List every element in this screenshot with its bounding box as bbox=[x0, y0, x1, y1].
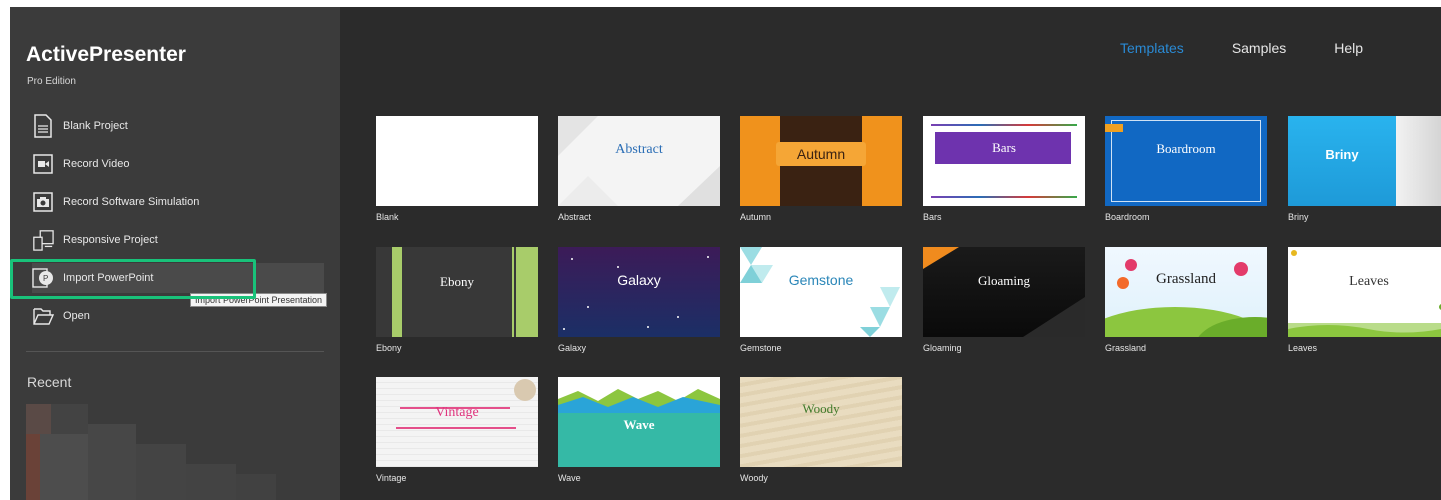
template-card-boardroom[interactable]: Boardroom Boardroom bbox=[1105, 116, 1267, 222]
app-edition: Pro Edition bbox=[27, 76, 76, 87]
record-video-label: Record Video bbox=[63, 158, 130, 170]
responsive-devices-icon bbox=[32, 228, 54, 252]
template-thumb-abstract: Abstract bbox=[558, 116, 720, 206]
recent-list bbox=[26, 404, 276, 500]
template-label: Woody bbox=[740, 473, 768, 483]
open-button[interactable]: Open bbox=[32, 301, 324, 331]
template-label: Galaxy bbox=[558, 343, 587, 353]
template-thumb-title: Wave bbox=[623, 417, 655, 432]
open-label: Open bbox=[63, 310, 90, 322]
template-thumb-wave: Wave bbox=[558, 377, 720, 467]
sidebar: ActivePresenter Pro Edition Blank Projec… bbox=[10, 7, 340, 500]
record-video-button[interactable]: Record Video bbox=[32, 149, 324, 179]
app-window: ActivePresenter Pro Edition Blank Projec… bbox=[10, 7, 1441, 500]
template-card-wave[interactable]: Wave Wave bbox=[558, 377, 720, 483]
template-card-leaves[interactable]: Leaves Leaves bbox=[1288, 247, 1441, 353]
template-thumb-briny: Briny bbox=[1288, 116, 1441, 206]
template-thumb-gemstone: Gemstone bbox=[740, 247, 902, 337]
template-thumb-title: Gemstone bbox=[788, 272, 854, 288]
template-label: Abstract bbox=[558, 212, 592, 222]
tab-templates[interactable]: Templates bbox=[1120, 40, 1184, 56]
folder-open-icon bbox=[32, 304, 54, 328]
template-thumb-woody: Woody bbox=[740, 377, 902, 467]
template-card-briny[interactable]: Briny Briny bbox=[1288, 116, 1441, 222]
template-thumb-galaxy: Galaxy bbox=[558, 247, 720, 337]
top-nav: Templates Samples Help bbox=[1120, 40, 1411, 56]
template-thumb-boardroom: Boardroom bbox=[1105, 116, 1267, 206]
template-thumb-title: Galaxy bbox=[617, 272, 661, 288]
template-label: Gloaming bbox=[923, 343, 962, 353]
template-label: Gemstone bbox=[740, 343, 782, 353]
template-label: Wave bbox=[558, 473, 581, 483]
responsive-project-button[interactable]: Responsive Project bbox=[32, 225, 324, 255]
template-thumb-leaves: Leaves bbox=[1288, 247, 1441, 337]
template-thumb-autumn: Autumn bbox=[740, 116, 902, 206]
template-label: Autumn bbox=[740, 212, 772, 222]
template-label: Briny bbox=[1288, 212, 1309, 222]
template-label: Ebony bbox=[376, 343, 402, 353]
template-thumb-gloaming: Gloaming bbox=[923, 247, 1085, 337]
record-video-icon bbox=[32, 152, 54, 176]
template-thumb-title: Leaves bbox=[1349, 274, 1389, 289]
template-card-autumn[interactable]: Autumn Autumn bbox=[740, 116, 902, 222]
blank-project-button[interactable]: Blank Project bbox=[32, 111, 324, 141]
template-thumb-title: Boardroom bbox=[1156, 141, 1216, 156]
template-label: Bars bbox=[923, 212, 942, 222]
template-thumb-vintage: Vintage bbox=[376, 377, 538, 467]
template-thumb-blank bbox=[376, 116, 538, 206]
template-card-blank[interactable]: Blank bbox=[376, 116, 538, 222]
recent-title: Recent bbox=[27, 374, 72, 390]
template-thumb-title: Briny bbox=[1325, 147, 1359, 162]
template-label: Boardroom bbox=[1105, 212, 1150, 222]
template-card-vintage[interactable]: Vintage Vintage bbox=[376, 377, 538, 483]
template-thumb-title: Vintage bbox=[435, 405, 479, 420]
template-label: Leaves bbox=[1288, 343, 1318, 353]
template-label: Grassland bbox=[1105, 343, 1147, 353]
responsive-project-label: Responsive Project bbox=[63, 234, 158, 246]
template-card-abstract[interactable]: Abstract Abstract bbox=[558, 116, 720, 222]
template-thumb-title: Woody bbox=[802, 401, 840, 416]
blank-project-icon bbox=[32, 114, 54, 138]
template-thumb-title: Bars bbox=[992, 140, 1016, 155]
callout-highlight-box bbox=[10, 259, 256, 299]
template-thumb-title: Autumn bbox=[796, 146, 846, 162]
tab-samples[interactable]: Samples bbox=[1232, 40, 1286, 56]
camera-icon bbox=[32, 190, 54, 214]
template-label: Blank bbox=[376, 212, 399, 222]
app-title: ActivePresenter bbox=[26, 43, 186, 66]
template-thumb-title: Ebony bbox=[440, 274, 474, 289]
template-card-gemstone[interactable]: Gemstone Gemstone bbox=[740, 247, 902, 353]
blank-project-label: Blank Project bbox=[63, 120, 128, 132]
template-thumb-bars: Bars bbox=[923, 116, 1085, 206]
record-software-simulation-button[interactable]: Record Software Simulation bbox=[32, 187, 324, 217]
template-thumb-title: Gloaming bbox=[978, 273, 1030, 288]
template-label: Vintage bbox=[376, 473, 407, 483]
template-thumb-grassland: Grassland bbox=[1105, 247, 1267, 337]
template-card-woody[interactable]: Woody Woody bbox=[740, 377, 902, 483]
template-thumb-ebony: Ebony bbox=[376, 247, 538, 337]
record-software-simulation-label: Record Software Simulation bbox=[63, 196, 200, 208]
tab-help[interactable]: Help bbox=[1334, 40, 1363, 56]
template-card-grassland[interactable]: Grassland Grassland bbox=[1105, 247, 1267, 353]
template-thumb-title: Abstract bbox=[615, 142, 663, 157]
template-card-ebony[interactable]: Ebony Ebony bbox=[376, 247, 538, 353]
template-card-galaxy[interactable]: Galaxy Galaxy bbox=[558, 247, 720, 353]
template-thumb-title: Grassland bbox=[1156, 271, 1216, 287]
template-card-gloaming[interactable]: Gloaming Gloaming bbox=[923, 247, 1085, 353]
template-card-bars[interactable]: Bars Bars bbox=[923, 116, 1085, 222]
sidebar-divider bbox=[26, 351, 324, 352]
